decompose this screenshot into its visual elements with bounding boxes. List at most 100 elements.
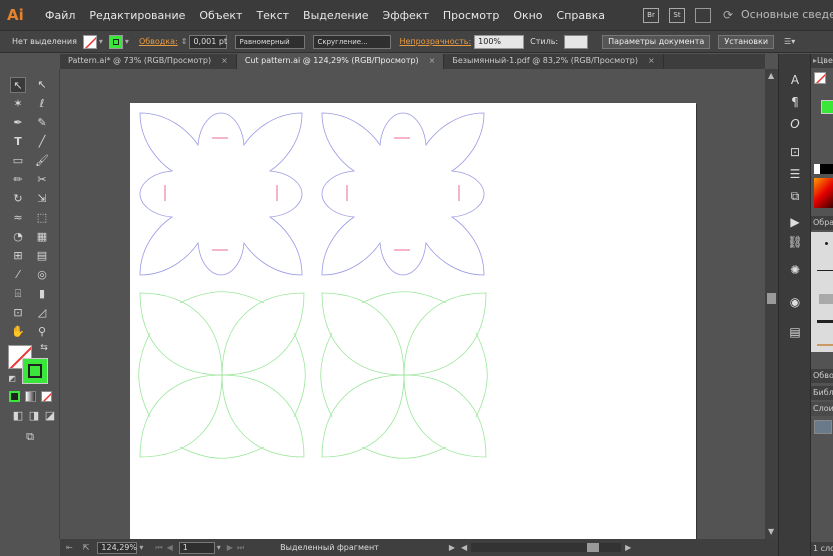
color-spectrum[interactable] (814, 178, 833, 208)
transform-panel-icon[interactable]: ⊡ (787, 144, 803, 160)
bottom-shapes[interactable] (138, 291, 488, 459)
stock-icon[interactable]: St (669, 7, 686, 23)
mesh-tool-icon[interactable]: ⊞ (10, 248, 26, 264)
graphic-style-swatch[interactable] (564, 34, 589, 49)
pencil-tool-icon[interactable]: ✏ (10, 172, 26, 188)
artboard-nav-icon[interactable]: ⇤ (66, 543, 73, 552)
default-colors-icon[interactable]: ◩ (6, 373, 18, 385)
libraries-panel-header[interactable]: Библ (811, 386, 833, 400)
draw-behind-icon[interactable]: ◨ (26, 408, 42, 424)
scroll-down-icon[interactable]: ▼ (768, 527, 774, 536)
symbol-sprayer-tool-icon[interactable]: ⌹ (10, 286, 26, 302)
type-tool-icon[interactable]: T (10, 134, 26, 150)
fill-dropdown-icon[interactable]: ▾ (99, 37, 103, 46)
curvature-tool-icon[interactable]: ✎ (34, 115, 50, 131)
artboard-tool-icon[interactable]: ⊡ (10, 305, 26, 321)
rotate-tool-icon[interactable]: ↻ (10, 191, 26, 207)
workspace-switcher[interactable]: Основные сведения (741, 8, 833, 21)
close-tab-icon[interactable]: × (429, 56, 436, 65)
color-panel-header[interactable]: ▸Цвет (811, 54, 833, 68)
rectangle-tool-icon[interactable]: ▭ (10, 153, 26, 169)
lasso-tool-icon[interactable]: ℓ (34, 96, 50, 112)
appearance-panel-icon[interactable]: ◉ (787, 294, 803, 310)
menu-view[interactable]: Просмотр (443, 9, 499, 22)
swatches-panel-header[interactable]: Обра (811, 216, 833, 230)
blend-tool-icon[interactable]: ◎ (34, 267, 50, 283)
menu-help[interactable]: Справка (557, 9, 605, 22)
scissors-tool-icon[interactable]: ✂ (34, 172, 50, 188)
document-setup-button[interactable]: Параметры документа (602, 34, 711, 49)
variable-width-profile[interactable]: Равномерный (235, 34, 306, 49)
zoom-dropdown-icon[interactable]: ▾ (139, 543, 143, 552)
direct-selection-tool-icon[interactable]: ↖ (34, 77, 50, 93)
stroke-weight-input[interactable]: 0,001 pt (189, 34, 228, 49)
previous-page-icon[interactable]: ◀ (167, 543, 173, 552)
magic-wand-tool-icon[interactable]: ✶ (10, 96, 26, 112)
stroke-stepper-icon[interactable]: ⇕ (181, 37, 188, 46)
menu-edit[interactable]: Редактирование (89, 9, 185, 22)
brush-dot-small[interactable] (825, 242, 828, 245)
gradient-tool-icon[interactable]: ▤ (34, 248, 50, 264)
next-page-icon[interactable]: ▶ (227, 543, 233, 552)
brush-bold[interactable] (817, 320, 833, 323)
panel-stroke-swatch[interactable] (821, 100, 833, 114)
shape-builder-tool-icon[interactable]: ◔ (10, 229, 26, 245)
color-mode-icon[interactable] (9, 391, 20, 402)
opacity-label[interactable]: Непрозрачность: (399, 37, 471, 46)
layer-visibility-icon[interactable] (814, 420, 832, 434)
opacity-input[interactable]: 100% (474, 34, 525, 49)
layers-panel-header[interactable]: Слои (811, 402, 833, 416)
tab-cut-pattern[interactable]: Cut pattern.ai @ 124,29% (RGB/Просмотр) × (236, 54, 445, 69)
control-menu-icon[interactable]: ☰▾ (784, 37, 795, 46)
hscroll-thumb[interactable] (587, 543, 600, 552)
layers-panel-icon[interactable]: ▤ (787, 324, 803, 340)
panel-fill-swatch[interactable] (814, 72, 826, 84)
scroll-up-icon[interactable]: ▲ (768, 71, 774, 80)
actions-panel-icon[interactable]: ▶ (787, 214, 803, 230)
menu-window[interactable]: Окно (513, 9, 542, 22)
close-tab-icon[interactable]: × (648, 56, 655, 65)
tab-pattern[interactable]: Pattern.ai* @ 73% (RGB/Просмотр) × (60, 54, 237, 69)
paintbrush-tool-icon[interactable]: 🖌 (34, 153, 50, 169)
opentype-panel-icon[interactable]: O (787, 116, 803, 132)
hand-tool-icon[interactable]: ✋ (10, 324, 26, 340)
screen-mode-icon[interactable]: ⧉ (20, 429, 40, 445)
arrange-documents-icon[interactable] (695, 7, 712, 23)
perspective-grid-tool-icon[interactable]: ▦ (34, 229, 50, 245)
appearance-panel-header[interactable]: Обво (811, 369, 833, 383)
vertical-scrollbar[interactable]: ▲ ▼ (765, 69, 778, 539)
menu-type[interactable]: Текст (256, 9, 289, 22)
pathfinder-panel-icon[interactable]: ⧉ (787, 188, 803, 204)
column-graph-tool-icon[interactable]: ▮ (34, 286, 50, 302)
scroll-thumb[interactable] (767, 293, 776, 304)
preferences-button[interactable]: Установки (718, 34, 775, 49)
draw-inside-icon[interactable]: ◪ (42, 408, 58, 424)
gpu-performance-icon[interactable]: ⟳ (723, 8, 733, 22)
first-page-icon[interactable]: ⏮ (155, 543, 162, 553)
stroke-label[interactable]: Обводка: (139, 37, 178, 46)
stroke-swatch[interactable] (108, 34, 123, 49)
tab-untitled-pdf[interactable]: Безымянный-1.pdf @ 83,2% (RGB/Просмотр) × (444, 54, 664, 69)
menu-file[interactable]: Файл (45, 9, 75, 22)
brush-textured[interactable] (817, 344, 833, 346)
stroke-color-swatch[interactable] (22, 358, 48, 384)
horizontal-scrollbar[interactable] (471, 543, 622, 552)
none-mode-icon[interactable] (41, 391, 52, 402)
menu-object[interactable]: Объект (199, 9, 242, 22)
scale-tool-icon[interactable]: ⇲ (34, 191, 50, 207)
hscroll-left-icon[interactable]: ◀ (461, 543, 467, 552)
last-page-icon[interactable]: ⏭ (237, 543, 244, 553)
swap-fill-stroke-icon[interactable]: ⇆ (38, 342, 50, 354)
align-panel-icon[interactable]: ☰ (787, 166, 803, 182)
page-dropdown-icon[interactable]: ▾ (217, 543, 221, 552)
line-tool-icon[interactable]: ╱ (34, 134, 50, 150)
close-tab-icon[interactable]: × (221, 56, 228, 65)
hscroll-right-icon[interactable]: ▶ (625, 543, 631, 552)
color-ramp-bw[interactable] (814, 164, 833, 174)
menu-select[interactable]: Выделение (303, 9, 369, 22)
pen-tool-icon[interactable]: ✒ (10, 115, 26, 131)
width-tool-icon[interactable]: ≈ (10, 210, 26, 226)
artboard[interactable] (130, 103, 696, 539)
page-input[interactable]: 1 (178, 541, 215, 554)
status-menu-icon[interactable]: ▶ (449, 543, 455, 552)
